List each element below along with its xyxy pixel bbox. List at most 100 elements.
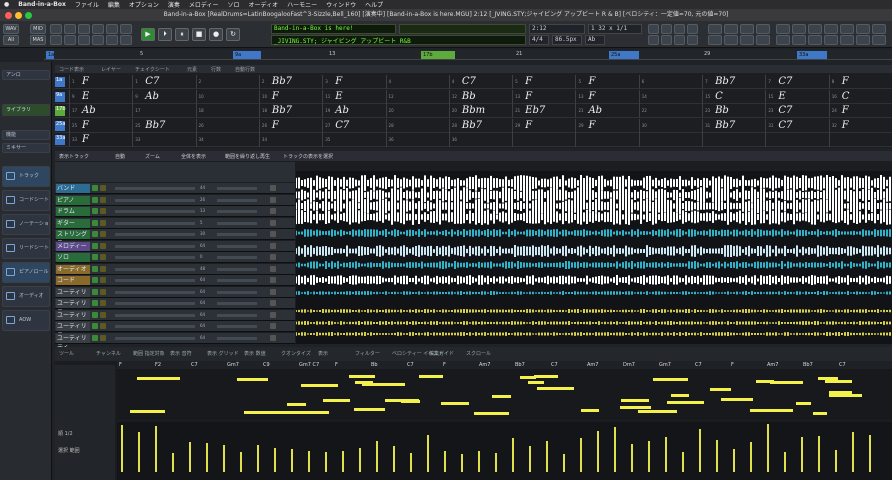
mute-button[interactable] [92, 254, 98, 260]
close-window-button[interactable] [5, 12, 12, 19]
track-name[interactable]: ユーティリティ [56, 333, 90, 351]
solo-button[interactable] [100, 323, 106, 329]
mute-button[interactable] [92, 277, 98, 283]
chord-cell[interactable]: 19 Ab [322, 104, 385, 118]
midi-note[interactable] [384, 399, 420, 403]
velocity-bar[interactable] [274, 448, 276, 472]
tool-ad-icon[interactable] [872, 35, 886, 45]
part-label[interactable]: 33a [55, 135, 65, 145]
tool-f-icon[interactable] [661, 35, 672, 45]
menu-window[interactable]: ウィンドウ [326, 0, 356, 9]
tool-s-icon[interactable] [808, 24, 822, 34]
chord-cell[interactable]: 20 Bbm [448, 104, 512, 118]
midi-note[interactable] [652, 378, 689, 382]
position-display[interactable]: 1 32 x 1/1 [588, 24, 642, 34]
midi-note[interactable] [353, 407, 386, 411]
tool-r-icon[interactable] [792, 24, 806, 34]
mute-button[interactable] [92, 242, 98, 249]
midi-note[interactable] [813, 412, 828, 416]
menu-melody[interactable]: メロディー [189, 0, 219, 9]
chord-cell[interactable]: 18 Bb7 [258, 104, 322, 118]
chord-display-menu[interactable]: コード表示 [59, 66, 84, 73]
track-name[interactable]: ピアノ [56, 195, 90, 205]
tool-h-icon[interactable] [687, 35, 698, 45]
pan-slider[interactable] [217, 267, 257, 271]
chord-cell[interactable]: 4 C7 [448, 75, 512, 89]
chord-cell[interactable]: 22 [638, 104, 702, 118]
tool-m-icon[interactable] [708, 35, 722, 45]
midi-note[interactable] [818, 376, 838, 380]
key-display[interactable]: Ab [585, 35, 605, 45]
pan-slider[interactable] [217, 187, 257, 190]
velocity-bar[interactable] [427, 435, 429, 472]
solo-button[interactable] [100, 185, 106, 191]
loop-icon[interactable]: ↻ [226, 28, 240, 41]
fx-button[interactable] [270, 208, 276, 214]
chord-cell[interactable]: 12 Bb [448, 89, 512, 104]
show-all-button[interactable]: 全体を表示 [181, 153, 206, 160]
velocity-bar[interactable] [444, 450, 446, 472]
midi-note[interactable] [536, 387, 574, 391]
part-marker[interactable]: 33a [797, 51, 827, 59]
chord-cell[interactable]: 30 [638, 118, 702, 133]
velocity-bar[interactable] [546, 440, 548, 472]
velocity-bar[interactable] [614, 427, 616, 472]
realtracks-icon[interactable] [106, 24, 118, 34]
tool-b-icon[interactable] [661, 24, 672, 34]
view-lead-sheet[interactable]: リードシート [2, 238, 50, 259]
chord-cell[interactable]: 36 [448, 133, 512, 147]
chord-cell[interactable]: 21 Eb7 [512, 104, 575, 118]
chord-cell[interactable]: 29 F [512, 118, 575, 133]
midi-note[interactable] [721, 397, 754, 401]
volume-slider[interactable] [115, 198, 195, 202]
fx-button[interactable] [270, 219, 276, 226]
volume-slider[interactable] [115, 187, 195, 190]
mute-button[interactable] [92, 219, 98, 226]
tool-p-icon[interactable] [756, 35, 770, 45]
rows-menu[interactable]: 行数 [211, 66, 221, 73]
chord-cell[interactable]: 32 F [828, 118, 892, 133]
chord-cell[interactable]: 2 Bb7 [258, 75, 322, 89]
chord-cell[interactable]: 18 [195, 104, 259, 118]
solo-button[interactable] [100, 196, 106, 203]
velocity-bar[interactable] [869, 434, 871, 472]
chord-cell[interactable] [638, 133, 702, 147]
velocity-bar[interactable] [852, 432, 854, 472]
mute-button[interactable] [92, 334, 98, 341]
fx-button[interactable] [270, 300, 276, 306]
app-menu[interactable]: Band-in-a-Box [18, 1, 66, 8]
pan-slider[interactable] [217, 198, 257, 202]
tool-c-icon[interactable] [674, 24, 685, 34]
record-button[interactable]: ● [209, 28, 223, 41]
view-audio[interactable]: オーディオ [2, 286, 50, 307]
chord-cell[interactable]: 21 Ab [575, 104, 638, 118]
cheat-sheet-menu[interactable]: チェイクシート [135, 66, 170, 73]
track-row[interactable]: ストリングス 30 [55, 229, 295, 247]
solo-button[interactable] [100, 300, 106, 306]
volume-slider[interactable] [115, 290, 195, 294]
tool-q-icon[interactable] [776, 24, 790, 34]
pan-slider[interactable] [217, 302, 257, 305]
mute-button[interactable] [92, 196, 98, 203]
tool-j-icon[interactable] [724, 24, 738, 34]
chord-cell[interactable]: 36 [385, 133, 449, 147]
view-tracks[interactable]: トラック [2, 166, 50, 187]
chord-cell[interactable]: 23 C7 [765, 104, 828, 118]
zoom-menu[interactable]: ズーム [145, 153, 160, 160]
track-row[interactable]: ユーティリティ 64 [55, 298, 295, 316]
pan-slider[interactable] [217, 221, 257, 225]
velocity-bar[interactable] [716, 440, 718, 472]
chord-cell[interactable]: 35 [322, 133, 385, 147]
chord-cell[interactable]: 28 [385, 118, 449, 133]
volume-slider[interactable] [115, 313, 195, 317]
chord-cell[interactable]: 3F [322, 75, 385, 89]
part-label[interactable]: 25a [55, 120, 65, 131]
chord-cell[interactable]: 7 C7 [765, 75, 828, 89]
midi-note[interactable] [137, 376, 181, 380]
tool-n-icon[interactable] [724, 35, 738, 45]
track-row[interactable]: ピアノ 26 [55, 194, 295, 206]
view-piano-roll[interactable]: ピアノロール [2, 262, 50, 283]
mute-button[interactable] [92, 208, 98, 214]
track-name[interactable]: ストリングス [56, 230, 90, 247]
library-button[interactable]: ライブラリ [2, 104, 50, 116]
